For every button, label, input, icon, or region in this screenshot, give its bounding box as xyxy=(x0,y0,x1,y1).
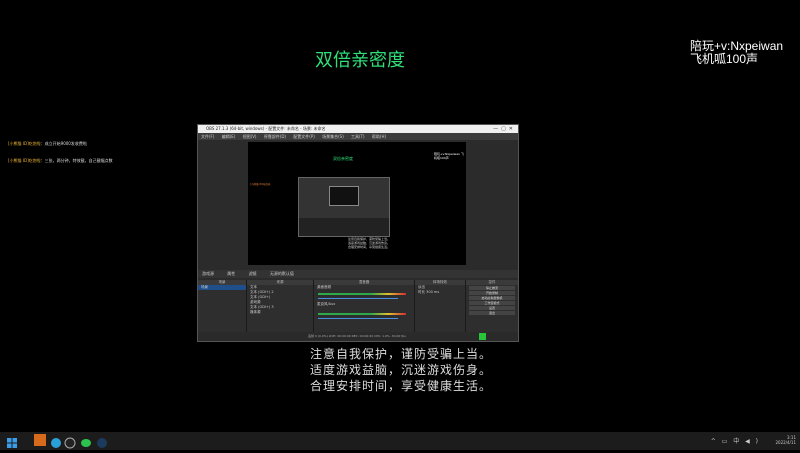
toolbar-properties[interactable]: 属性 xyxy=(227,271,235,276)
clock-date: 2022/4/11 xyxy=(775,440,796,445)
toolbar-filters[interactable]: 滤镜 xyxy=(249,271,257,276)
duration-row: 时长 300 ms xyxy=(415,290,465,295)
volume-slider[interactable] xyxy=(318,298,398,299)
obs-window-title: OBS 27.1.3 (64-bit, windows) - 配置文件: 未命名… xyxy=(206,126,326,131)
chat-message: [小熊猫 ID]吃饱啦：成立开始9000发收费啦 xyxy=(8,141,87,147)
menu-view[interactable]: 视图(V) xyxy=(243,134,257,139)
nested-preview-frame xyxy=(329,186,359,206)
menu-tools[interactable]: 工具(T) xyxy=(351,134,365,139)
notice-line: 合理安排时间，享受健康生活。 xyxy=(310,379,493,393)
preview-nested-capture xyxy=(298,177,390,237)
menu-help[interactable]: 帮助(H) xyxy=(372,134,386,139)
menu-file[interactable]: 文件(F) xyxy=(201,134,214,139)
exit-button[interactable]: 退出 xyxy=(469,311,515,315)
scenes-panel: 场景 场景 xyxy=(198,280,247,332)
system-tray[interactable]: ^ ▭ 中 ◀ ) xyxy=(711,436,760,445)
obs-titlebar[interactable]: OBS 27.1.3 (64-bit, windows) - 配置文件: 未命名… xyxy=(198,125,518,133)
mixer-channel-label: 麦克风/Aux xyxy=(317,302,336,306)
sources-panel: 来源 文本 文本 (GDI+) 2 文本 (GDI+) 游戏源 文本 (GDI+… xyxy=(247,280,314,332)
audio-meter xyxy=(318,293,406,295)
windows-start-icon[interactable] xyxy=(6,434,18,448)
edge-icon[interactable] xyxy=(50,434,62,448)
scene-item[interactable]: 场景 xyxy=(198,285,246,290)
notice-line: 适度游戏益脑，沉迷游戏伤身。 xyxy=(310,363,493,377)
settings-button[interactable]: 设置 xyxy=(469,306,515,310)
volume-slider[interactable] xyxy=(318,318,398,319)
source-item[interactable]: 媒体源 xyxy=(247,310,313,315)
mixer-panel: 混音器 桌面音频 麦克风/Aux xyxy=(314,280,415,332)
duration-value[interactable]: 300 ms xyxy=(426,290,439,294)
chat-user: [小熊猫 ID]吃饱啦 xyxy=(8,158,41,163)
corner-line-2: 飞机呱100声 xyxy=(690,52,759,66)
chat-message: [小熊猫 ID]吃饱啦：三张，两分钟，特效截，自己截幅点数 xyxy=(8,158,113,164)
menu-profile[interactable]: 配置文件(P) xyxy=(293,134,315,139)
preview-notice-line: 合理安排时间，享受健康生活。 xyxy=(348,245,391,249)
wechat-icon[interactable] xyxy=(80,434,92,447)
window-controls[interactable]: —▢✕ xyxy=(493,125,516,133)
obs-statusbar: 丢帧 0 (0.0%) LIVE: 00:00:00 REC: 00:00:00… xyxy=(198,332,518,341)
notice-line: 注意自我保护，谨防受骗上当。 xyxy=(310,347,493,361)
preview-title: 双倍亲密度 xyxy=(333,156,353,161)
virtual-camera-button[interactable]: 启动虚拟摄像机 xyxy=(469,296,515,300)
chat-text: ：成立开始9000发收费啦 xyxy=(40,141,87,146)
controls-header: 控件 xyxy=(466,280,518,285)
preview-chat: [小熊猫 ID]吃饱啦 xyxy=(250,183,271,186)
status-text: 丢帧 0 (0.0%) LIVE: 00:00:00 REC: 00:00:00… xyxy=(308,334,406,338)
obs-menubar: 文件(F) 编辑(E) 视图(V) 停靠部件(D) 配置文件(P) 场景集合(S… xyxy=(198,133,518,140)
audio-meter xyxy=(318,313,406,315)
chat-user: [小熊猫 ID]吃饱啦 xyxy=(8,141,41,146)
stop-streaming-button[interactable]: 停止推流 xyxy=(469,286,515,290)
stream-status-indicator xyxy=(479,333,486,340)
taskbar-clock[interactable]: 3:11 2022/4/11 xyxy=(775,435,796,445)
duration-label: 时长 xyxy=(418,290,425,294)
source-toolbar: 游戏源 属性 滤镜 无源的默认值 xyxy=(198,270,518,278)
chat-text: ：三张，两分钟，特效截，自己截幅点数 xyxy=(40,158,113,163)
preview-corner-text: 陪玩+v:Nxpeiwan 飞机呱100声 xyxy=(434,152,464,160)
mixer-channel-label: 桌面音频 xyxy=(317,285,331,289)
menu-edit[interactable]: 编辑(E) xyxy=(222,134,236,139)
app-icon[interactable] xyxy=(34,434,46,446)
obs-window: OBS 27.1.3 (64-bit, windows) - 配置文件: 未命名… xyxy=(197,124,519,342)
start-recording-button[interactable]: 开始录制 xyxy=(469,291,515,295)
obs-preview[interactable]: 双倍亲密度 陪玩+v:Nxpeiwan 飞机呱100声 [小熊猫 ID]吃饱啦 … xyxy=(248,142,466,265)
studio-mode-button[interactable]: 工作室模式 xyxy=(469,301,515,305)
transitions-panel: 转场特效 淡出 时长 300 ms xyxy=(415,280,466,332)
steam-icon[interactable] xyxy=(96,434,108,448)
menu-scene-collection[interactable]: 场景集合(S) xyxy=(322,134,344,139)
obs-docks: 场景 场景 来源 文本 文本 (GDI+) 2 文本 (GDI+) 游戏源 文本… xyxy=(198,280,518,332)
overlay-title: 双倍亲密度 xyxy=(315,50,405,71)
health-notice: 注意自我保护，谨防受骗上当。 适度游戏益脑，沉迷游戏伤身。 合理安排时间，享受健… xyxy=(310,346,492,394)
nested-panels xyxy=(299,218,389,236)
menu-docks[interactable]: 停靠部件(D) xyxy=(264,134,286,139)
toolbar-game-source[interactable]: 游戏源 xyxy=(202,271,214,276)
overlay-corner-text: 陪玩+v:Nxpeiwan 飞机呱100声 xyxy=(690,40,783,66)
controls-panel: 控件 停止推流 开始录制 启动虚拟摄像机 工作室模式 设置 退出 xyxy=(466,280,518,332)
toolbar-source-default[interactable]: 无源的默认值 xyxy=(270,271,294,276)
windows-taskbar: ^ ▭ 中 ◀ ) 3:11 2022/4/11 xyxy=(0,432,800,450)
preview-notice-text: 注意自我保护，谨防受骗上当。 适度游戏益脑，沉迷游戏伤身。 合理安排时间，享受健… xyxy=(348,237,390,249)
obs-icon[interactable] xyxy=(64,434,76,449)
